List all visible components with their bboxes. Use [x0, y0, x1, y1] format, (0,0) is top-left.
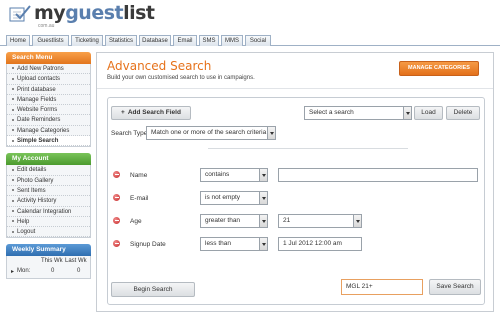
load-button[interactable]: Load: [414, 106, 443, 120]
menu-item-add-new-patrons[interactable]: Add New Patrons: [7, 64, 90, 75]
bullet-icon: [12, 199, 14, 202]
tab-database[interactable]: Database: [139, 35, 171, 46]
main-header: Advanced Search Build your own customise…: [97, 53, 493, 89]
menu-item-photo-gallery[interactable]: Photo Gallery: [7, 176, 90, 186]
row-field-email: E-mail: [130, 195, 149, 202]
header: myguestlist com.au: [0, 0, 500, 34]
chevron-down-icon: [259, 215, 267, 227]
row-operator-select[interactable]: less than: [200, 237, 268, 251]
menu-item-website-forms[interactable]: Website Forms: [7, 105, 90, 116]
menu-item-calendar-integration[interactable]: Calendar Integration: [7, 207, 90, 217]
bullet-icon: [12, 189, 14, 192]
menu-item-simple-search[interactable]: Simple Search: [7, 136, 90, 147]
tab-guestlists[interactable]: Guestlists: [32, 35, 69, 46]
add-search-field-button[interactable]: + Add Search Field: [111, 106, 191, 120]
tab-sms[interactable]: SMS: [199, 35, 219, 46]
advanced-search-box: + Add Search Field Select a search Load D…: [107, 97, 485, 305]
save-search-button[interactable]: Save Search: [429, 279, 481, 295]
search-menu: Add New Patrons Upload contacts Print da…: [6, 64, 91, 148]
logo-domain: com.au: [38, 23, 55, 29]
row-date-input[interactable]: 1 Jul 2012 12:00 am: [278, 237, 362, 251]
weekly-row-arrow-icon: ▸: [11, 269, 15, 276]
menu-item-edit-details[interactable]: Edit details: [7, 165, 90, 176]
chevron-down-icon: [259, 169, 267, 181]
main-panel: Advanced Search Build your own customise…: [96, 52, 494, 312]
tab-home[interactable]: Home: [6, 35, 30, 46]
weekly-col-last-week: Last Wk: [65, 258, 87, 265]
row-field-name: Name: [130, 172, 148, 179]
tab-ticketing[interactable]: Ticketing: [71, 35, 103, 46]
bullet-icon: [12, 98, 14, 101]
weekly-last-week-value: 0: [77, 268, 81, 275]
bullet-icon: [12, 118, 14, 121]
page-title: Advanced Search: [107, 59, 212, 73]
menu-item-print-database[interactable]: Print database: [7, 85, 90, 95]
chevron-down-icon: [353, 215, 361, 227]
bullet-icon: [12, 230, 14, 233]
chevron-down-icon: [403, 107, 411, 119]
bullet-icon: [12, 77, 14, 80]
menu-item-logout[interactable]: Logout: [7, 227, 90, 238]
menu-item-activity-history[interactable]: Activity History: [7, 196, 90, 207]
logo[interactable]: myguestlist: [8, 3, 155, 23]
weekly-summary-header: Weekly Summary: [6, 244, 91, 257]
menu-item-sent-items[interactable]: Sent Items: [7, 186, 90, 197]
row-operator-select[interactable]: is not empty: [200, 191, 268, 205]
search-type-select[interactable]: Match one or more of the search criteria: [146, 126, 276, 140]
chevron-down-icon: [267, 127, 275, 139]
row-operator-select[interactable]: contains: [200, 168, 268, 182]
bullet-icon: [12, 168, 14, 171]
tab-mms[interactable]: MMS: [221, 35, 243, 46]
menu-item-date-reminders[interactable]: Date Reminders: [7, 115, 90, 126]
bullet-icon: [12, 88, 14, 91]
weekly-summary: This Wk Last Wk ▸ Mon: 0 0: [6, 256, 91, 280]
menu-item-manage-fields[interactable]: Manage Fields: [7, 95, 90, 106]
weekly-this-week-value: 0: [51, 268, 55, 275]
weekly-row-label: Mon:: [17, 268, 31, 275]
begin-search-button[interactable]: Begin Search: [111, 282, 195, 297]
remove-row-icon[interactable]: [113, 217, 120, 224]
search-type-label: Search Type:: [111, 130, 150, 137]
remove-row-icon[interactable]: [113, 194, 120, 201]
row-value-select[interactable]: 21: [278, 214, 362, 228]
plus-icon: +: [121, 109, 125, 116]
divider: [208, 148, 408, 149]
my-account-header: My Account: [6, 153, 91, 166]
bullet-icon: [12, 129, 14, 132]
bullet-icon: [12, 220, 14, 223]
tab-email[interactable]: Email: [173, 35, 197, 46]
bullet-icon: [12, 67, 14, 70]
bullet-icon: [12, 108, 14, 111]
weekly-col-this-week: This Wk: [41, 258, 63, 265]
search-menu-header: Search Menu: [6, 52, 91, 64]
my-account-menu: Edit details Photo Gallery Sent Items Ac…: [6, 165, 91, 239]
save-search-name-input[interactable]: MGL 21+: [341, 279, 423, 295]
bullet-icon: [12, 179, 14, 182]
row-field-signup-date: Signup Date: [130, 241, 166, 248]
chevron-down-icon: [259, 192, 267, 204]
row-operator-select[interactable]: greater than: [200, 214, 268, 228]
bullet-icon: [12, 139, 14, 142]
menu-item-help[interactable]: Help: [7, 217, 90, 228]
row-value-input[interactable]: [278, 168, 478, 182]
row-field-age: Age: [130, 218, 142, 225]
chevron-down-icon: [259, 238, 267, 250]
sidebar: Search Menu Add New Patrons Upload conta…: [6, 52, 91, 280]
remove-row-icon[interactable]: [113, 240, 120, 247]
manage-categories-button[interactable]: MANAGE CATEGORIES: [399, 61, 479, 76]
menu-item-manage-categories[interactable]: Manage Categories: [7, 126, 90, 137]
delete-button[interactable]: Delete: [446, 106, 480, 120]
remove-row-icon[interactable]: [113, 171, 120, 178]
logo-checklist-icon: [9, 5, 31, 22]
tab-statistics[interactable]: Statistics: [105, 35, 137, 46]
logo-text: myguestlist: [34, 2, 155, 24]
menu-item-upload-contacts[interactable]: Upload contacts: [7, 74, 90, 85]
bullet-icon: [12, 209, 14, 212]
saved-search-select[interactable]: Select a search: [304, 106, 412, 120]
page-subtitle: Build your own customised search to use …: [107, 75, 255, 81]
tab-social[interactable]: Social: [245, 35, 271, 46]
main-nav: Home Guestlists Ticketing Statistics Dat…: [0, 34, 500, 46]
page: myguestlist com.au Home Guestlists Ticke…: [0, 0, 500, 312]
